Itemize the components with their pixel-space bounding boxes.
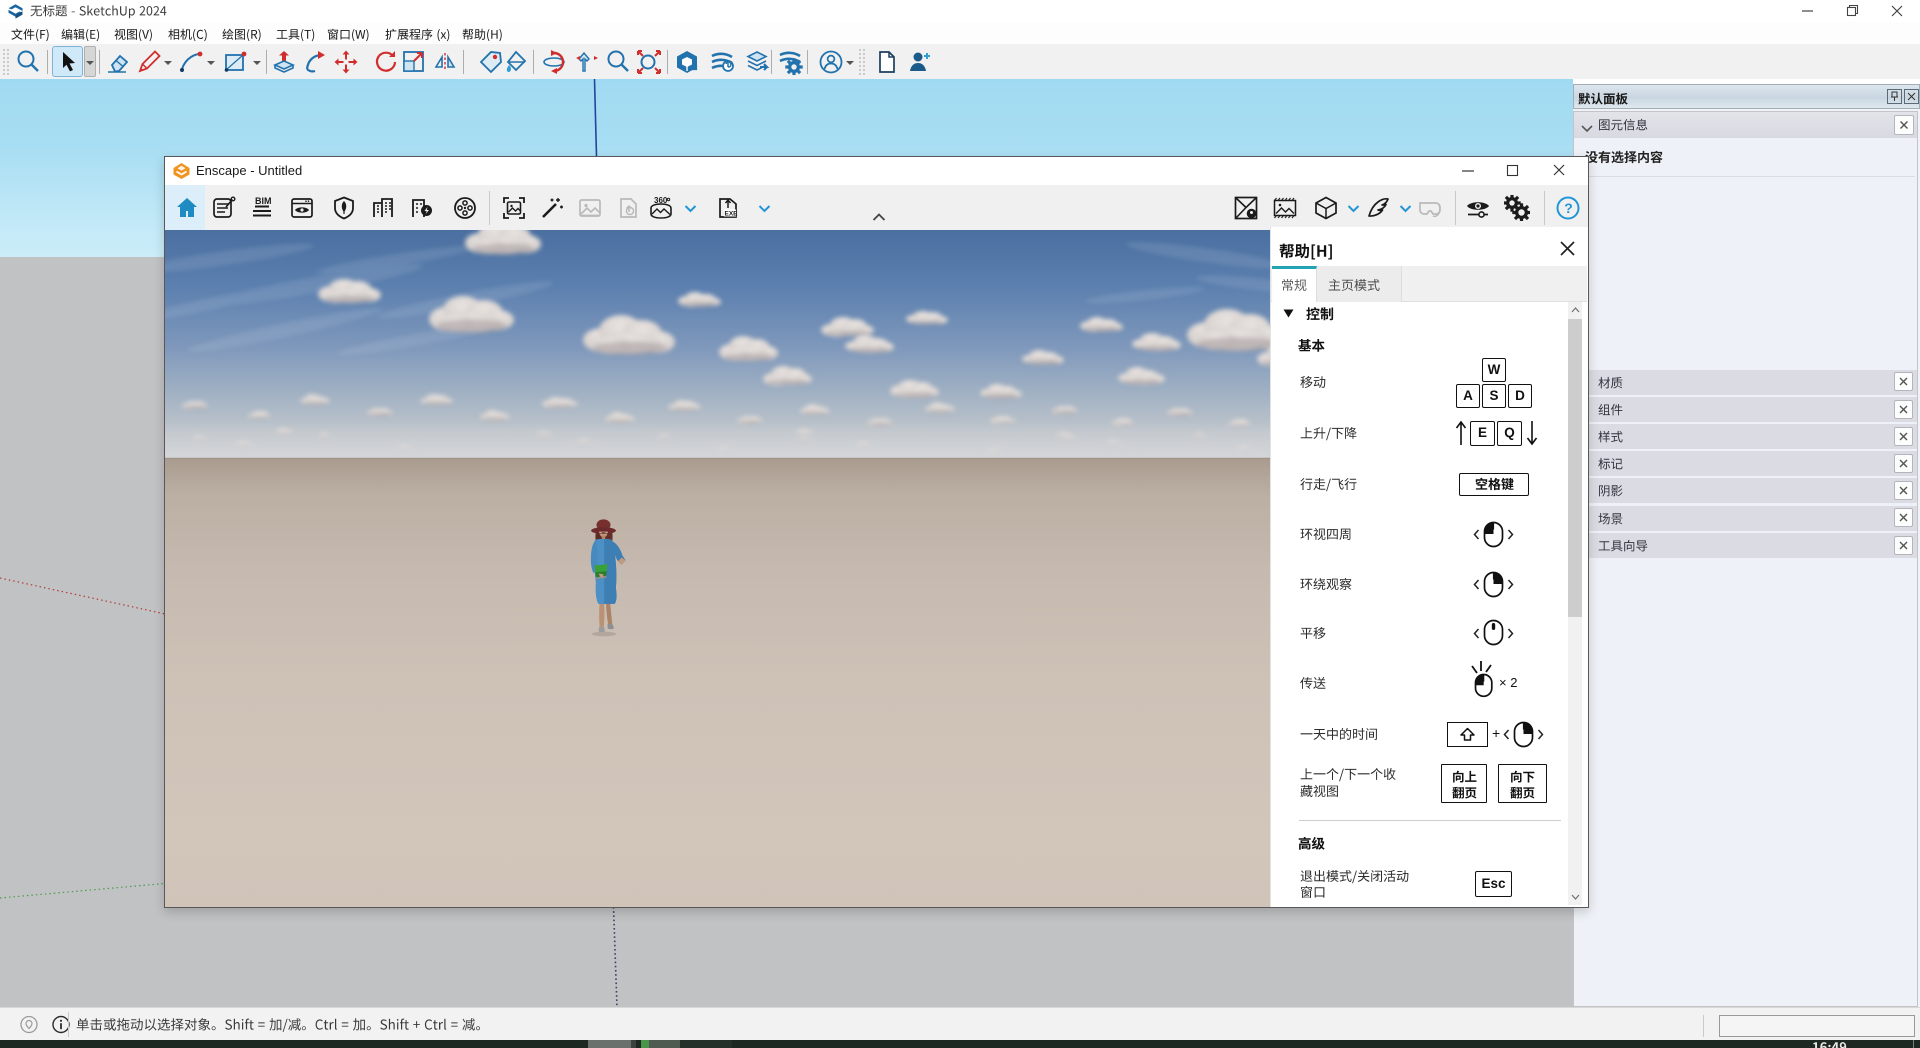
svg-text:?: ? — [1564, 200, 1573, 216]
svg-text:BIM: BIM — [255, 196, 272, 206]
svg-text:EXE: EXE — [725, 211, 739, 218]
